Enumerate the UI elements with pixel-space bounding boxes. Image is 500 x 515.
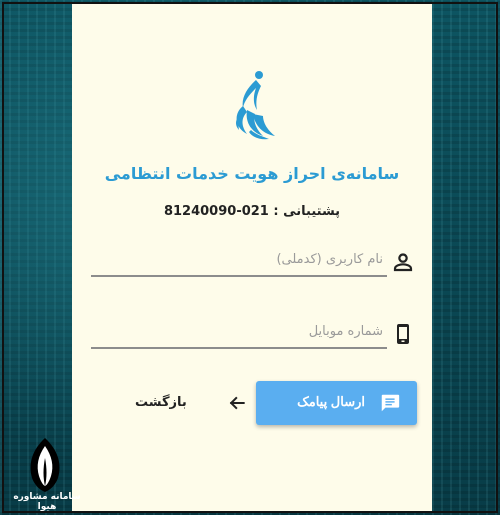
watermark-logo: سامانه مشاوره هیوا bbox=[6, 438, 88, 512]
arrow-left-icon bbox=[229, 396, 245, 410]
smartphone-icon bbox=[397, 324, 409, 344]
send-sms-button[interactable]: ارسال پیامک bbox=[256, 381, 417, 425]
mobile-input[interactable] bbox=[91, 316, 387, 346]
back-label: بازگشت bbox=[135, 395, 187, 410]
mobile-underline bbox=[91, 347, 387, 349]
username-input[interactable] bbox=[91, 244, 387, 274]
message-icon bbox=[381, 394, 400, 412]
mobile-field-group bbox=[91, 316, 415, 352]
person-icon bbox=[393, 253, 413, 272]
page-title: سامانه‌ی احراز هویت خدمات انتظامی bbox=[104, 164, 400, 183]
watermark-text: سامانه مشاوره هیوا bbox=[13, 492, 81, 512]
emblem-logo-icon bbox=[236, 71, 275, 140]
login-card: سامانه‌ی احراز هویت خدمات انتظامی پشتیبا… bbox=[72, 4, 432, 511]
pen-nib-icon bbox=[30, 438, 60, 492]
username-underline bbox=[91, 275, 387, 277]
send-sms-label: ارسال پیامک bbox=[297, 394, 365, 409]
back-button[interactable]: بازگشت bbox=[127, 388, 247, 418]
username-field-group bbox=[91, 244, 415, 280]
support-phone: پشتیبانی : 021-81240090 bbox=[163, 204, 341, 219]
